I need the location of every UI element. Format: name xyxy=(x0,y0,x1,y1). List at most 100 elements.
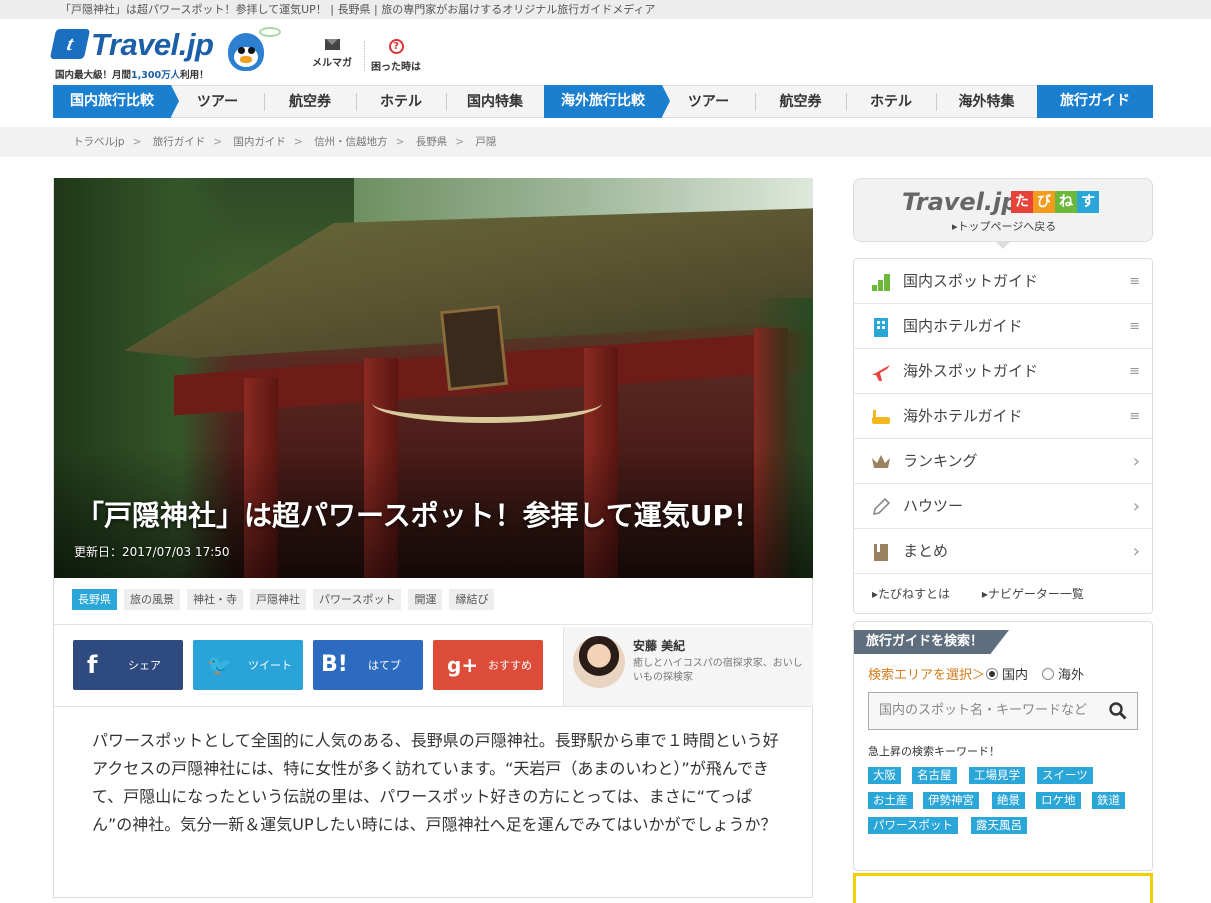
nav-domestic-feature[interactable]: 国内特集 xyxy=(446,85,544,118)
google-plus-button[interactable]: g+ おすすめ xyxy=(433,640,543,690)
keyword-chip[interactable]: 工場見学 xyxy=(969,767,1025,784)
breadcrumb-item-current: 戸隠 xyxy=(475,136,497,148)
newsletter-label: メルマガ xyxy=(312,58,352,69)
search-icon[interactable] xyxy=(1109,702,1127,720)
back-to-top-link[interactable]: ▸トップページへ戻る xyxy=(952,218,1056,234)
badge-char: び xyxy=(1033,191,1055,213)
tabinesu-header[interactable]: Travel.jp た び ね す ▸トップページへ戻る xyxy=(853,178,1153,242)
twitter-icon: 🐦 xyxy=(207,653,232,677)
breadcrumb-item[interactable]: 国内ガイド xyxy=(233,136,286,148)
nav-domestic-tour[interactable]: ツアー xyxy=(171,85,264,118)
keyword-chip[interactable]: 大阪 xyxy=(868,767,901,784)
search-placeholder: 国内のスポット名・キーワードなど xyxy=(879,703,1088,718)
menu-item-domestic-spot[interactable]: 国内スポットガイド ≡ xyxy=(854,259,1152,304)
keyword-chip[interactable]: 鉄道 xyxy=(1092,792,1125,809)
hatena-icon: B! xyxy=(321,652,348,677)
global-nav: 国内旅行比較 ツアー 航空券 ホテル 国内特集 海外旅行比較 ツアー 航空券 ホ… xyxy=(53,85,1153,118)
tag[interactable]: 旅の風景 xyxy=(124,589,180,610)
avatar xyxy=(573,636,625,688)
bird-mascot-icon xyxy=(225,27,281,79)
menu-expand-icon: ≡ xyxy=(1129,274,1140,289)
tag[interactable]: 神社・寺 xyxy=(187,589,243,610)
radio-unchecked-icon xyxy=(1042,668,1054,680)
menu-item-domestic-hotel[interactable]: 国内ホテルガイド ≡ xyxy=(854,304,1152,349)
breadcrumb-item[interactable]: 長野県 xyxy=(416,136,448,148)
menu-item-howto[interactable]: ハウツー › xyxy=(854,484,1152,529)
tag[interactable]: 縁結び xyxy=(449,589,495,610)
radio-domestic[interactable]: 国内 xyxy=(986,664,1028,683)
tag[interactable]: パワースポット xyxy=(313,589,402,610)
help-label: 困った時は xyxy=(371,62,421,73)
share-label: ツイート xyxy=(248,659,292,672)
divider xyxy=(54,624,813,625)
nav-domestic-air[interactable]: 航空券 xyxy=(264,85,356,118)
updated-date: 更新日：2017/07/03 17:50 xyxy=(74,545,230,559)
menu-item-matome[interactable]: まとめ › xyxy=(854,529,1152,574)
tag[interactable]: 戸隠神社 xyxy=(250,589,306,610)
breadcrumb-item[interactable]: 信州・信越地方 xyxy=(314,136,388,148)
navigator-list-link[interactable]: ▸ナビゲーター一覧 xyxy=(982,587,1098,601)
google-plus-icon: g+ xyxy=(447,653,479,677)
header-notch xyxy=(996,242,1010,249)
logo-mark-icon: t xyxy=(49,29,91,59)
tabinesu-logo: Travel.jp xyxy=(902,188,1019,216)
menu-item-overseas-spot[interactable]: 海外スポットガイド ≡ xyxy=(854,349,1152,394)
article-lead: パワースポットとして全国的に人気のある、長野県の戸隠神社。長野駅から車で１時間と… xyxy=(92,731,779,834)
keyword-chip[interactable]: 露天風呂 xyxy=(971,817,1027,834)
twitter-share-button[interactable]: 🐦 ツイート xyxy=(193,640,303,690)
area-select-label: 検索エリアを選択＞ xyxy=(868,668,986,683)
menu-label: 国内スポットガイド xyxy=(903,272,1039,290)
domestic-hotel-icon xyxy=(874,318,888,337)
keyword-chip[interactable]: スイーツ xyxy=(1037,767,1093,784)
menu-footer-links: ▸たびねすとは ▸ナビゲーター一覧 xyxy=(872,585,1112,602)
keyword-chip[interactable]: ロケ地 xyxy=(1036,792,1081,809)
keyword-chip[interactable]: 名古屋 xyxy=(912,767,957,784)
menu-label: まとめ xyxy=(903,542,949,560)
article: 「戸隠神社」は超パワースポット！参拝して運気UP！ 更新日：2017/07/03… xyxy=(53,178,813,898)
hero-image: 「戸隠神社」は超パワースポット！参拝して運気UP！ 更新日：2017/07/03… xyxy=(54,178,813,578)
guide-search-panel: 旅行ガイドを検索！ 検索エリアを選択＞ 国内 海外 国内のスポット名・キーワード… xyxy=(853,621,1153,871)
bathtub-icon xyxy=(872,410,890,424)
breadcrumb-item[interactable]: トラベルjp xyxy=(73,136,125,148)
badge-char: ね xyxy=(1055,191,1077,213)
hatena-bookmark-button[interactable]: B! はてブ xyxy=(313,640,423,690)
about-tabinesu-link[interactable]: ▸たびねすとは xyxy=(872,587,964,601)
pencil-icon xyxy=(872,497,891,516)
search-input[interactable]: 国内のスポット名・キーワードなど xyxy=(868,692,1138,730)
nav-overseas-tour[interactable]: ツアー xyxy=(662,85,755,118)
airplane-icon xyxy=(872,365,890,381)
share-label: シェア xyxy=(128,659,161,672)
newsletter-link[interactable]: メルマガ xyxy=(304,39,360,69)
header-divider xyxy=(364,41,365,71)
nav-domestic-hotel[interactable]: ホテル xyxy=(356,85,446,118)
menu-expand-icon: ≡ xyxy=(1129,319,1140,334)
help-icon: ? xyxy=(388,39,404,54)
keyword-chip[interactable]: お土産 xyxy=(868,792,913,809)
logo-subtitle: 国内最大級！月間1,300万人利用！ xyxy=(55,70,209,81)
keyword-chip[interactable]: 絶景 xyxy=(992,792,1025,809)
nav-domestic-compare[interactable]: 国内旅行比較 xyxy=(53,85,179,118)
site-logo[interactable]: t Travel.jp 国内最大級！月間1,300万人利用！ xyxy=(49,27,223,81)
nav-overseas-feature[interactable]: 海外特集 xyxy=(936,85,1037,118)
keyword-chip[interactable]: パワースポット xyxy=(868,817,958,834)
nav-overseas-compare[interactable]: 海外旅行比較 xyxy=(544,85,670,118)
share-label: おすすめ xyxy=(488,659,532,672)
menu-item-overseas-hotel[interactable]: 海外ホテルガイド ≡ xyxy=(854,394,1152,439)
nav-overseas-air[interactable]: 航空券 xyxy=(755,85,846,118)
author-card[interactable]: 安藤 美紀 癒しとハイコスパの宿探求家、おいしいもの探検家 xyxy=(563,627,813,706)
breadcrumb-item[interactable]: 旅行ガイド xyxy=(153,136,206,148)
menu-label: 国内ホテルガイド xyxy=(903,317,1023,335)
divider xyxy=(54,706,813,707)
tag[interactable]: 開運 xyxy=(408,589,443,610)
tag[interactable]: 長野県 xyxy=(72,589,117,610)
nav-overseas-hotel[interactable]: ホテル xyxy=(846,85,936,118)
author-description: 癒しとハイコスパの宿探求家、おいしいもの探検家 xyxy=(633,658,803,683)
facebook-share-button[interactable]: f シェア xyxy=(73,640,183,690)
keyword-chip[interactable]: 伊勢神宮 xyxy=(923,792,979,809)
help-link[interactable]: ? 困った時は xyxy=(368,39,424,73)
nav-travel-guide[interactable]: 旅行ガイド xyxy=(1037,85,1153,118)
radio-overseas[interactable]: 海外 xyxy=(1042,664,1084,683)
menu-item-ranking[interactable]: ランキング › xyxy=(854,439,1152,484)
chevron-right-icon: › xyxy=(1132,451,1140,472)
badge-char: た xyxy=(1011,191,1033,213)
